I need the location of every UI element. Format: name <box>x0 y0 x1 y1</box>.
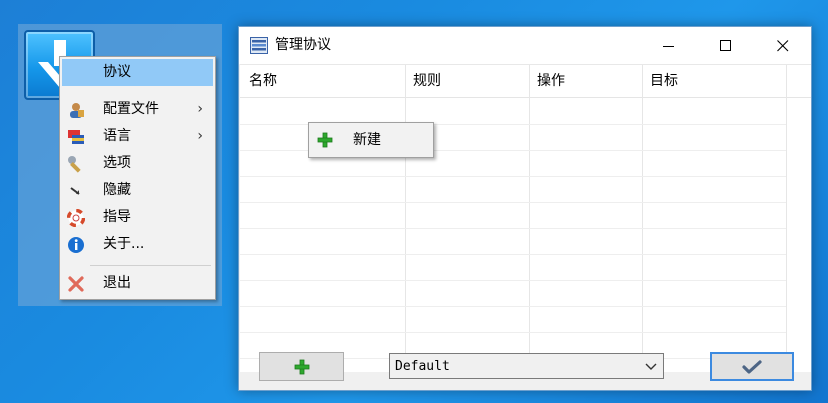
column-divider <box>529 65 530 373</box>
close-button[interactable] <box>755 27 811 64</box>
column-header-target[interactable]: 目标 <box>650 73 678 90</box>
checkmark-icon <box>742 359 762 374</box>
profile-select-value: Default <box>395 359 450 374</box>
menu-item-profiles[interactable]: 配置文件 › <box>62 96 213 123</box>
maximize-icon <box>720 39 731 51</box>
table-header: 名称 规则 操作 目标 <box>240 65 811 98</box>
menu-item-new[interactable]: 新建 <box>309 123 433 157</box>
row-divider <box>240 228 786 229</box>
row-divider <box>240 176 786 177</box>
add-protocol-button[interactable] <box>259 352 344 381</box>
column-divider <box>786 65 787 373</box>
profile-select[interactable]: Default <box>389 353 664 379</box>
plus-icon <box>317 132 333 148</box>
menu-item-options[interactable]: 选项 <box>62 150 213 177</box>
menu-item-hide[interactable]: 隐藏 <box>62 177 213 204</box>
menu-item-label: 协议 <box>103 64 131 80</box>
minimize-button[interactable] <box>641 27 697 64</box>
menu-item-label: 配置文件 <box>103 101 159 117</box>
menu-item-label: 选项 <box>103 155 131 171</box>
menu-item-label: 退出 <box>103 275 131 291</box>
close-icon <box>777 39 789 51</box>
tray-context-menu: 协议 配置文件 › 语言 › 选项 隐藏 指导 关于... 退出 <box>59 56 216 300</box>
menu-item-exit[interactable]: 退出 <box>62 270 213 297</box>
column-divider <box>642 65 643 373</box>
protocols-table[interactable]: 名称 规则 操作 目标 <box>240 64 811 373</box>
row-divider <box>240 280 786 281</box>
title-bar[interactable]: 管理协议 <box>239 27 811 64</box>
submenu-arrow-icon: › <box>197 101 203 117</box>
row-divider <box>240 332 786 333</box>
plus-icon <box>294 359 309 374</box>
language-flag-icon <box>67 128 85 146</box>
app-window-icon <box>250 37 268 54</box>
menu-item-guide[interactable]: 指导 <box>62 204 213 231</box>
column-divider <box>405 65 406 373</box>
column-header-rule[interactable]: 规则 <box>413 73 441 90</box>
minimize-icon <box>663 45 674 47</box>
menu-item-label: 语言 <box>103 128 131 144</box>
maximize-button[interactable] <box>698 27 754 64</box>
info-icon <box>67 236 85 254</box>
menu-item-about[interactable]: 关于... <box>62 231 213 258</box>
window-title: 管理协议 <box>275 37 331 53</box>
row-divider <box>240 306 786 307</box>
menu-item-label: 关于... <box>103 236 145 252</box>
row-divider <box>240 202 786 203</box>
row-divider <box>240 254 786 255</box>
menu-item-protocol[interactable]: 协议 <box>62 59 213 86</box>
submenu-arrow-icon: › <box>197 128 203 144</box>
exit-x-icon <box>67 275 85 293</box>
wrench-icon <box>67 155 85 173</box>
menu-item-language[interactable]: 语言 › <box>62 123 213 150</box>
manage-protocols-dialog: 管理协议 名称 规则 操作 目标 Default <box>238 26 812 391</box>
profile-user-icon <box>67 101 85 119</box>
menu-item-label: 指导 <box>103 209 131 225</box>
menu-item-new-label: 新建 <box>353 132 381 148</box>
lifebuoy-icon <box>67 209 85 227</box>
table-context-menu: 新建 <box>308 122 434 158</box>
column-header-name[interactable]: 名称 <box>249 73 277 90</box>
column-header-action[interactable]: 操作 <box>537 73 565 90</box>
chevron-down-icon <box>645 363 657 370</box>
menu-item-label: 隐藏 <box>103 182 131 198</box>
menu-separator <box>90 265 211 266</box>
hide-cursor-icon <box>67 182 85 200</box>
ok-button[interactable] <box>710 352 794 381</box>
